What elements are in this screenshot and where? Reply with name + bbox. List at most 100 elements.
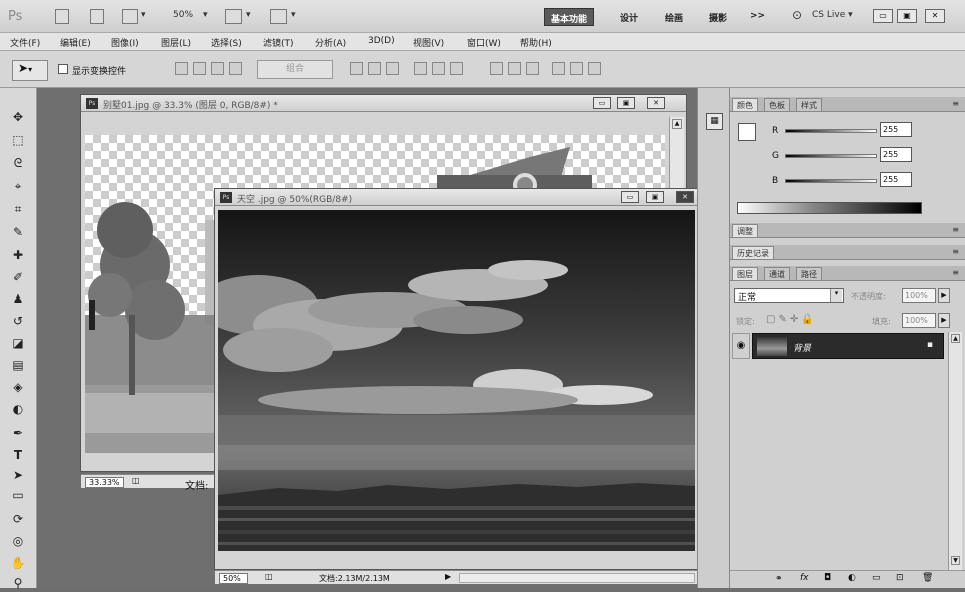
shape-tool-icon[interactable]: ▭ (9, 486, 27, 504)
menu-layer[interactable]: 图层(L) (161, 36, 191, 49)
minimize-button[interactable]: ▭ (873, 9, 893, 23)
clone-stamp-tool-icon[interactable]: ♟ (9, 290, 27, 308)
gradient-tool-icon[interactable]: ▤ (9, 356, 27, 374)
align-top-icon[interactable] (175, 62, 188, 75)
blend-mode-select[interactable]: 正常 ▾ (734, 288, 844, 303)
doc-minimize-button[interactable]: ▭ (621, 191, 639, 203)
menu-image[interactable]: 图像(I) (111, 36, 139, 49)
doc-close-button[interactable]: ✕ (676, 191, 694, 203)
chevron-down-icon[interactable]: ▾ (246, 10, 251, 20)
status-info-icon[interactable]: ◫ (265, 572, 273, 581)
menu-help[interactable]: 帮助(H) (520, 36, 552, 49)
opacity-field[interactable]: 100% (902, 288, 936, 303)
zoom-field[interactable]: 33.33% (85, 477, 124, 488)
color-ramp[interactable] (737, 202, 922, 214)
align-left-icon[interactable] (229, 62, 242, 75)
align-bottom-icon[interactable] (211, 62, 224, 75)
layer-style-icon[interactable]: fx (800, 573, 809, 583)
3d-rotate-tool-icon[interactable]: ⟳ (9, 510, 27, 528)
chevron-down-icon[interactable]: ▾ (291, 10, 296, 20)
doc-minimize-button[interactable]: ▭ (593, 97, 611, 109)
panel-menu-icon[interactable]: ≡ (952, 247, 959, 256)
brush-tool-icon[interactable]: ✐ (9, 268, 27, 286)
channel-b-slider[interactable] (785, 179, 877, 183)
tool-preset-picker[interactable]: ➤▾ (12, 60, 48, 81)
spacing-hcenter-icon[interactable] (570, 62, 583, 75)
tab-history[interactable]: 历史记录 (732, 246, 774, 259)
channel-b-value[interactable]: 255 (880, 172, 912, 187)
chevron-down-icon[interactable]: ▾ (141, 10, 146, 20)
quick-selection-tool-icon[interactable]: ⌖ (9, 177, 27, 195)
workspace-painting[interactable]: 绘画 (659, 8, 689, 26)
workspace-photography[interactable]: 摄影 (703, 8, 733, 26)
3d-orbit-tool-icon[interactable]: ◎ (9, 532, 27, 550)
scroll-up-icon[interactable]: ▲ (672, 119, 682, 129)
menu-select[interactable]: 选择(S) (211, 36, 242, 49)
layer-mask-icon[interactable]: ◘ (824, 573, 831, 583)
layer-row-background[interactable]: 背景 ▪ (752, 333, 944, 359)
spacing-top-icon[interactable] (526, 62, 539, 75)
distribute-left-icon[interactable] (414, 62, 427, 75)
tab-adjustments[interactable]: 调整 (732, 224, 758, 237)
lasso-tool-icon[interactable]: ᘓ (9, 154, 27, 172)
channel-r-value[interactable]: 255 (880, 122, 912, 137)
channel-g-value[interactable]: 255 (880, 147, 912, 162)
sky-canvas[interactable] (218, 210, 695, 551)
eyedropper-tool-icon[interactable]: ✎ (9, 223, 27, 241)
distribute-hcenter-icon[interactable] (432, 62, 445, 75)
mini-bridge-icon[interactable] (90, 9, 104, 24)
fill-field[interactable]: 100% (902, 313, 936, 328)
pen-tool-icon[interactable]: ✒ (9, 424, 27, 442)
panel-menu-icon[interactable]: ≡ (952, 268, 959, 277)
workspace-design[interactable]: 设计 (614, 8, 644, 26)
combine-button[interactable]: 组合 (257, 60, 333, 79)
link-layers-icon[interactable]: ⚭ (775, 574, 783, 584)
hand-tool-icon[interactable]: ✋ (9, 554, 27, 572)
menu-window[interactable]: 窗口(W) (467, 36, 501, 49)
distribute-vcenter-icon[interactable] (368, 62, 381, 75)
layers-scrollbar[interactable]: ▲ ▼ (948, 332, 962, 570)
move-tool-icon[interactable]: ✥ (9, 108, 27, 126)
tab-channels[interactable]: 通道 (764, 267, 790, 280)
restore-button[interactable]: ▣ (897, 9, 917, 23)
menu-filter[interactable]: 滤镜(T) (263, 36, 294, 49)
screen-mode-icon[interactable] (270, 9, 287, 24)
mini-bridge-panel-icon[interactable]: ▦ (706, 113, 723, 130)
tab-styles[interactable]: 样式 (796, 98, 822, 111)
chevron-down-icon[interactable]: ▾ (203, 10, 208, 20)
document-window-sky[interactable]: Ps 天空 .jpg @ 50%(RGB/8#) ▭ ▣ ✕ 50% ◫ 文档:… (214, 188, 710, 584)
doc-close-button[interactable]: ✕ (647, 97, 665, 109)
align-vcenter-icon[interactable] (193, 62, 206, 75)
marquee-tool-icon[interactable]: ⬚ (9, 131, 27, 149)
document-title-bar[interactable]: Ps 天空 .jpg @ 50%(RGB/8#) ▭ ▣ ✕ (215, 189, 709, 206)
scroll-down-icon[interactable]: ▼ (951, 556, 960, 565)
menu-file[interactable]: 文件(F) (10, 36, 40, 49)
status-info-icon[interactable]: ◫ (132, 476, 140, 485)
layer-visibility-eye-icon[interactable]: ◉ (732, 333, 750, 359)
delete-layer-icon[interactable]: 🗑 (922, 573, 933, 583)
blur-tool-icon[interactable]: ◈ (9, 378, 27, 396)
spacing-right-icon[interactable] (588, 62, 601, 75)
channel-g-slider[interactable] (785, 154, 877, 158)
workspace-essentials[interactable]: 基本功能 (544, 8, 595, 26)
panel-menu-icon[interactable]: ≡ (952, 99, 959, 108)
tab-layers[interactable]: 图层 (732, 267, 758, 280)
menu-3d[interactable]: 3D(D) (368, 36, 395, 46)
path-selection-tool-icon[interactable]: ➤ (9, 466, 27, 484)
fill-arrow-icon[interactable]: ▶ (938, 313, 950, 328)
close-button[interactable]: ✕ (925, 9, 945, 23)
spacing-vertical-icon[interactable] (508, 62, 521, 75)
healing-brush-tool-icon[interactable]: ✚ (9, 246, 27, 264)
tab-swatches[interactable]: 色板 (764, 98, 790, 111)
spacing-left-icon[interactable] (552, 62, 565, 75)
show-transform-checkbox[interactable] (58, 64, 68, 74)
doc-restore-button[interactable]: ▣ (617, 97, 635, 109)
document-title-bar[interactable]: Ps 别墅01.jpg @ 33.3% (图层 0, RGB/8#) * ▭ ▣… (81, 95, 686, 112)
tab-color[interactable]: 颜色 (732, 98, 758, 111)
lock-options-icons[interactable]: ▢✎✛🔒 (766, 314, 817, 325)
arrange-documents-icon[interactable] (225, 9, 242, 24)
distribute-right-icon[interactable] (450, 62, 463, 75)
opacity-arrow-icon[interactable]: ▶ (938, 288, 950, 303)
more-workspaces-button[interactable]: >> (744, 8, 771, 26)
view-extras-icon[interactable] (122, 9, 138, 24)
